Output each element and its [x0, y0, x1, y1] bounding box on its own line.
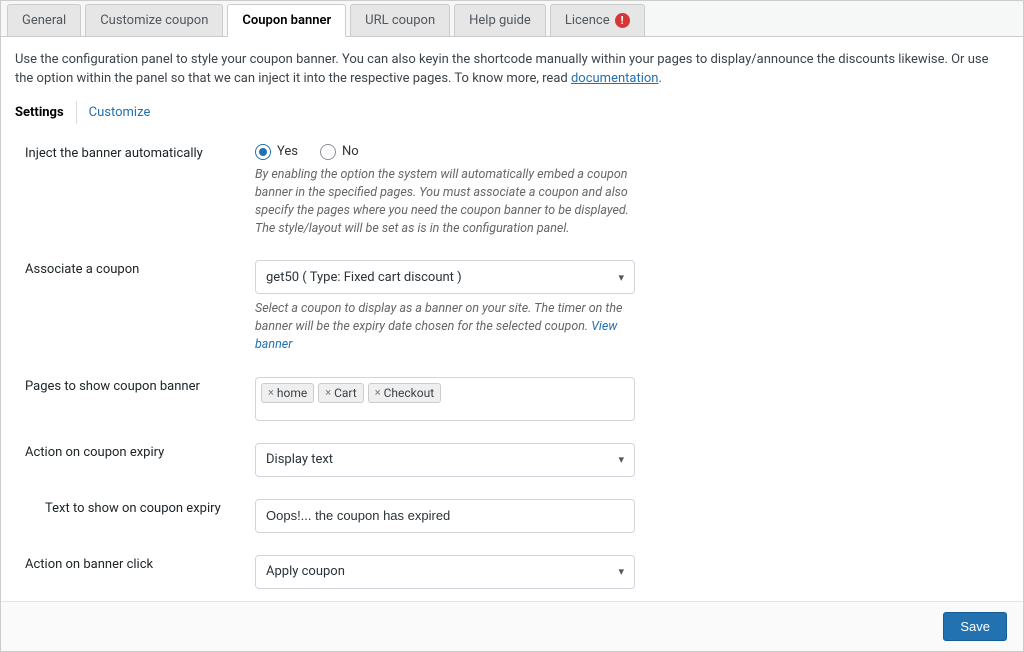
- intro-text: Use the configuration panel to style you…: [1, 37, 1023, 97]
- tab-licence[interactable]: Licence !: [550, 4, 645, 36]
- tag-checkout[interactable]: ×Checkout: [368, 383, 441, 403]
- inject-no-radio[interactable]: [320, 144, 336, 160]
- associate-select[interactable]: get50 ( Type: Fixed cart discount ) ▾: [255, 260, 635, 294]
- remove-tag-icon[interactable]: ×: [325, 386, 331, 399]
- associate-help-pre: Select a coupon to display as a banner o…: [255, 301, 622, 334]
- documentation-link[interactable]: documentation: [571, 71, 659, 86]
- sub-tabs: Settings Customize: [1, 97, 1023, 134]
- banner-click-select[interactable]: Apply coupon ▾: [255, 555, 635, 589]
- expiry-action-select[interactable]: Display text ▾: [255, 443, 635, 477]
- tag-checkout-label: Checkout: [384, 386, 435, 400]
- tab-licence-label: Licence: [565, 13, 610, 28]
- inject-yes-radio[interactable]: [255, 144, 271, 160]
- alert-icon: !: [615, 13, 630, 28]
- expiry-text-input[interactable]: [255, 499, 635, 533]
- tag-cart[interactable]: ×Cart: [318, 383, 364, 403]
- inject-no-option[interactable]: No: [320, 144, 359, 160]
- intro-pre: Use the configuration panel to style you…: [15, 52, 988, 86]
- pages-tag-input[interactable]: ×home ×Cart ×Checkout: [255, 377, 635, 421]
- inject-yes-label: Yes: [277, 144, 298, 159]
- tag-cart-label: Cart: [334, 386, 357, 400]
- expiry-text-label: Text to show on coupon expiry: [1, 489, 251, 545]
- tag-home-label: home: [277, 386, 307, 400]
- banner-click-label: Action on banner click: [1, 545, 251, 601]
- top-tabs: General Customize coupon Coupon banner U…: [1, 1, 1023, 37]
- chevron-down-icon: ▾: [618, 565, 624, 578]
- subtab-settings[interactable]: Settings: [15, 101, 77, 124]
- associate-help: Select a coupon to display as a banner o…: [255, 300, 635, 354]
- banner-click-value: Apply coupon: [266, 564, 345, 579]
- associate-value: get50 ( Type: Fixed cart discount ): [266, 270, 462, 285]
- inject-help: By enabling the option the system will a…: [255, 166, 635, 239]
- expiry-action-label: Action on coupon expiry: [1, 433, 251, 489]
- tab-url-coupon[interactable]: URL coupon: [350, 4, 450, 36]
- associate-label: Associate a coupon: [1, 250, 251, 366]
- chevron-down-icon: ▾: [618, 453, 624, 466]
- settings-form: Inject the banner automatically Yes No B…: [1, 134, 1023, 601]
- pages-label: Pages to show coupon banner: [1, 367, 251, 433]
- inject-label: Inject the banner automatically: [1, 134, 251, 251]
- tab-customize-coupon[interactable]: Customize coupon: [85, 4, 223, 36]
- tab-general[interactable]: General: [7, 4, 81, 36]
- remove-tag-icon[interactable]: ×: [375, 386, 381, 399]
- expiry-action-value: Display text: [266, 452, 333, 467]
- inject-yes-option[interactable]: Yes: [255, 144, 298, 160]
- subtab-customize[interactable]: Customize: [81, 101, 161, 124]
- inject-no-label: No: [342, 144, 359, 159]
- tab-coupon-banner[interactable]: Coupon banner: [227, 4, 346, 37]
- intro-post: .: [658, 71, 661, 86]
- chevron-down-icon: ▾: [618, 271, 624, 284]
- tab-help-guide[interactable]: Help guide: [454, 4, 546, 36]
- footer: Save: [1, 601, 1023, 651]
- save-button[interactable]: Save: [943, 612, 1007, 641]
- remove-tag-icon[interactable]: ×: [268, 386, 274, 399]
- tag-home[interactable]: ×home: [261, 383, 314, 403]
